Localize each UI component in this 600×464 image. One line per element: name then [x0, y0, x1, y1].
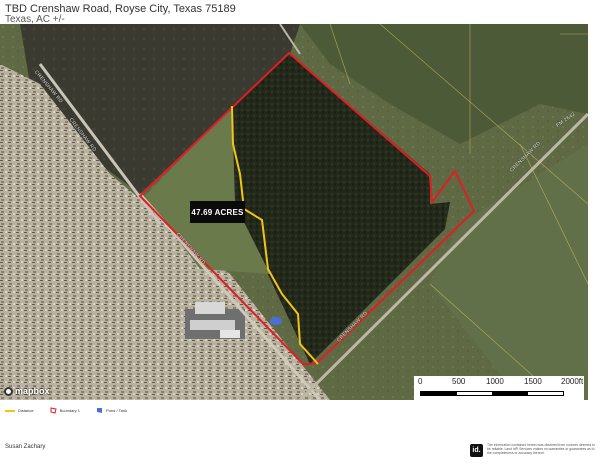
legend-label: Boundary 1 [59, 408, 81, 413]
landid-logo-icon: id. [470, 444, 483, 457]
acreage-label: 47.69 ACRES [190, 201, 245, 223]
scale-tick-label: 0 [418, 377, 423, 386]
disclaimer-text: The information contained herein was obt… [487, 443, 595, 456]
map-view[interactable]: 47.69 ACRES CRENSHAW RD CRENSHAW RD CREN… [0, 24, 588, 400]
scale-bar: 0 500 1000 1500 2000ft [414, 376, 584, 400]
line-swatch-icon [5, 409, 15, 412]
legend-label: Pond / Tank [106, 408, 128, 413]
mapbox-logo-icon [4, 386, 13, 396]
scale-tick-label: 1500 [524, 377, 542, 386]
scale-tick-label: 1000 [486, 377, 504, 386]
legend-item-pond: Pond / Tank [96, 407, 127, 414]
legend-item-distance: Distance [5, 408, 34, 413]
scale-tick-label: 500 [452, 377, 466, 386]
agent-name: Susan Zachary [5, 444, 46, 450]
pond-swatch-icon [97, 408, 103, 413]
scale-tick-label: 2000ft [561, 377, 584, 386]
mapbox-attribution[interactable]: mapbox [4, 386, 50, 396]
mapbox-wordmark: mapbox [15, 386, 50, 396]
map-canvas [0, 24, 588, 400]
pond [270, 317, 282, 325]
map-legend: Distance Boundary 1 Pond / Tank [5, 407, 127, 414]
legend-label: Distance [18, 408, 34, 413]
polygon-swatch-icon [50, 407, 57, 414]
page: TBD Crenshaw Road, Royse City, Texas 751… [0, 0, 600, 464]
scale-bar-segments [420, 391, 564, 396]
legend-item-boundary: Boundary 1 [50, 407, 80, 414]
